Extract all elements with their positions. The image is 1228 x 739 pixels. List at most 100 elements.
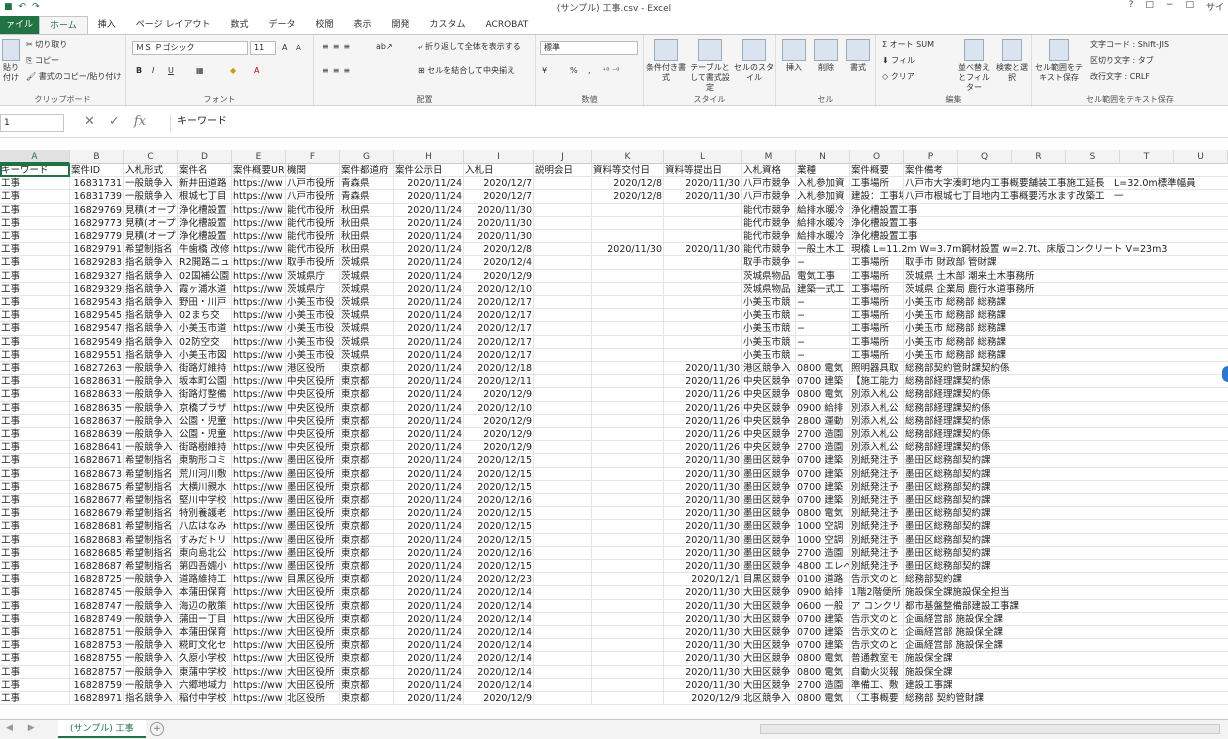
table-cell[interactable] <box>534 401 592 415</box>
table-cell[interactable]: 別紙発注予 <box>850 546 904 560</box>
formula-input[interactable]: キーワード <box>170 114 1228 132</box>
table-cell[interactable] <box>592 256 664 270</box>
table-cell[interactable]: − <box>796 309 850 323</box>
column-header-n[interactable]: N <box>796 150 850 164</box>
table-cell[interactable]: 2020/11/24 <box>394 388 464 402</box>
table-cell[interactable]: 東京都 <box>340 441 394 455</box>
tab-acrobat[interactable]: ACROBAT <box>476 16 539 34</box>
table-cell[interactable]: 大田区競争 <box>742 599 796 613</box>
table-cell[interactable]: 0700 建築 <box>796 454 850 468</box>
merge-center-button[interactable]: ⊞ セルを結合して中央揃え <box>418 65 515 77</box>
table-cell[interactable]: 街路灯維持 <box>178 362 232 375</box>
table-cell[interactable]: 茨城県 企業局 鹿行水道事務所 <box>904 283 1228 296</box>
table-cell[interactable]: 告示文のと <box>850 573 904 587</box>
table-cell[interactable]: 別紙発注予 <box>850 467 904 481</box>
charcode-select[interactable]: 文字コード : Shift-JIS <box>1090 39 1169 51</box>
table-cell[interactable]: 16828675 <box>70 480 124 494</box>
format-cells-button[interactable]: 書式 <box>844 39 872 73</box>
table-cell[interactable] <box>592 362 664 375</box>
table-cell[interactable]: 墨田区総務部契約課 <box>904 454 1228 467</box>
table-cell[interactable]: 別紙発注予 <box>850 454 904 468</box>
table-cell[interactable]: 工事 <box>0 362 70 375</box>
table-cell[interactable] <box>534 243 592 257</box>
table-cell[interactable]: 建設：工事場所 <box>850 190 904 204</box>
cancel-icon[interactable]: ✕ <box>84 114 95 129</box>
table-cell[interactable]: 指名競争入 <box>124 335 178 349</box>
tab-custom[interactable]: カスタム <box>420 16 476 34</box>
table-cell[interactable]: 入札日 <box>464 164 534 177</box>
table-cell[interactable]: https://ww <box>232 177 286 191</box>
table-cell[interactable]: 一般競争入 <box>124 678 178 692</box>
table-cell[interactable]: 牛歯橋 改修 <box>178 243 232 257</box>
table-cell[interactable]: 16828679 <box>70 507 124 521</box>
table-cell[interactable]: 0900 給排 <box>796 586 850 600</box>
table-cell[interactable] <box>592 586 664 600</box>
tab-home[interactable]: ホーム <box>39 16 88 34</box>
clear-button[interactable]: ◇ クリア <box>882 71 915 83</box>
table-cell[interactable]: 茨城県 <box>340 348 394 362</box>
table-cell[interactable] <box>592 520 664 534</box>
table-cell[interactable]: 2020/11/30 <box>464 203 534 217</box>
table-cell[interactable]: 2020/12/9 <box>464 692 534 705</box>
table-cell[interactable]: 2020/12/16 <box>464 494 534 507</box>
table-cell[interactable]: 墨田区競争 <box>742 533 796 547</box>
table-cell[interactable]: 2020/11/24 <box>394 203 464 217</box>
table-cell[interactable] <box>534 652 592 666</box>
table-cell[interactable]: 2020/11/24 <box>394 678 464 692</box>
table-cell[interactable]: 2020/12/8 <box>592 177 664 191</box>
table-cell[interactable]: 秋田県 <box>340 230 394 243</box>
table-cell[interactable]: https://ww <box>232 639 286 653</box>
table-cell[interactable]: 一般競争入 <box>124 573 178 587</box>
table-cell[interactable]: 指名競争入 <box>124 348 178 362</box>
table-cell[interactable]: 2020/11/30 <box>664 678 742 692</box>
table-cell[interactable]: https://ww <box>232 322 286 336</box>
table-cell[interactable]: 準備工、敷 <box>850 678 904 692</box>
delimiter-select[interactable]: 区切り文字 : タブ <box>1090 55 1154 67</box>
table-cell[interactable]: − <box>796 256 850 270</box>
table-cell[interactable]: 説明会日 <box>534 164 592 177</box>
table-cell[interactable]: 総務部経理課契約係 <box>904 415 1228 428</box>
table-cell[interactable]: 2020/12/16 <box>464 546 534 560</box>
column-header-m[interactable]: M <box>742 150 796 164</box>
table-cell[interactable]: 坂本町公園 <box>178 375 232 389</box>
table-cell[interactable] <box>592 322 664 336</box>
table-cell[interactable]: 【施工能力 <box>850 375 904 389</box>
table-cell[interactable]: 東京都 <box>340 454 394 468</box>
italic-button[interactable]: I <box>152 65 154 77</box>
table-cell[interactable]: 0700 建築 <box>796 639 850 653</box>
table-cell[interactable]: 16831739 <box>70 190 124 204</box>
tab-insert[interactable]: 挿入 <box>88 16 126 34</box>
table-cell[interactable] <box>664 203 742 217</box>
column-header-f[interactable]: F <box>286 150 340 164</box>
table-cell[interactable] <box>592 309 664 323</box>
table-cell[interactable]: 2020/11/24 <box>394 626 464 639</box>
autosum-button[interactable]: Σ オート SUM <box>882 39 934 51</box>
table-cell[interactable]: 八戸市根城七丁目地内工事概要汚水ます改築工 一 <box>904 190 1228 203</box>
table-cell[interactable]: 2020/11/30 <box>664 177 742 191</box>
table-cell[interactable] <box>592 467 664 481</box>
table-cell[interactable]: 茨城県 <box>340 269 394 283</box>
table-cell[interactable]: 街路灯整備 <box>178 388 232 402</box>
column-header-p[interactable]: P <box>904 150 958 164</box>
table-cell[interactable]: 16829545 <box>70 309 124 323</box>
table-cell[interactable] <box>592 599 664 613</box>
table-cell[interactable]: 中央区役所 <box>286 428 340 441</box>
table-cell[interactable]: − <box>796 348 850 362</box>
table-cell[interactable]: https://ww <box>232 626 286 639</box>
table-cell[interactable]: 総務部経理課契約係 <box>904 375 1228 388</box>
table-cell[interactable]: 港区役所 <box>286 362 340 375</box>
table-cell[interactable]: 墨田区総務部契約課 <box>904 547 1228 560</box>
format-painter-button[interactable]: 🖌 書式のコピー/貼り付け <box>26 71 121 83</box>
table-cell[interactable] <box>592 678 664 692</box>
table-cell[interactable]: 2020/12/9 <box>464 269 534 283</box>
table-cell[interactable]: 2020/12/7 <box>464 190 534 204</box>
table-cell[interactable]: 2020/11/24 <box>394 335 464 349</box>
table-cell[interactable]: 16828745 <box>70 586 124 600</box>
table-cell[interactable]: 工事 <box>0 573 70 587</box>
table-cell[interactable]: 入札資格 <box>742 164 796 177</box>
table-cell[interactable]: 2020/11/30 <box>664 665 742 679</box>
table-cell[interactable]: 見積(オープ <box>124 230 178 243</box>
table-cell[interactable]: 墨田区役所 <box>286 494 340 507</box>
table-cell[interactable]: https://ww <box>232 414 286 428</box>
table-cell[interactable]: 工事 <box>0 586 70 600</box>
